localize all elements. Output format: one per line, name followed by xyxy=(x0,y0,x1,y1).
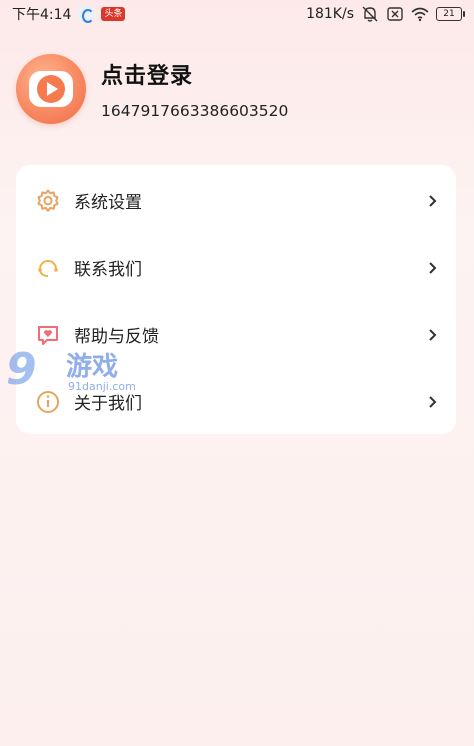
menu-item-label: 帮助与反馈 xyxy=(74,327,159,347)
news-notification-icon: 头条 xyxy=(101,7,126,21)
status-bar: 下午4:14 头条 181K/s 21 xyxy=(0,0,474,28)
profile-text: 点击登录 1647917663386603520 xyxy=(101,58,288,120)
battery-icon: 21 xyxy=(436,7,465,21)
chevron-right-icon xyxy=(426,194,440,208)
mute-bell-icon xyxy=(361,6,379,22)
tv-logo-icon xyxy=(29,71,73,107)
status-bar-left: 下午4:14 头条 xyxy=(12,4,126,24)
sim-off-icon xyxy=(386,6,404,22)
chevron-right-icon xyxy=(426,328,440,342)
gear-icon xyxy=(34,187,62,215)
status-time: 下午4:14 xyxy=(12,7,72,23)
wifi-icon xyxy=(411,6,429,22)
profile-header[interactable]: 点击登录 1647917663386603520 xyxy=(16,54,288,124)
network-speed: 181K/s xyxy=(306,6,354,22)
headset-icon xyxy=(34,254,62,282)
menu-item-feedback[interactable]: 帮助与反馈 xyxy=(16,301,456,368)
app-notification-icon xyxy=(78,6,95,23)
chevron-right-icon xyxy=(426,261,440,275)
feedback-heart-icon xyxy=(34,321,62,349)
chevron-right-icon xyxy=(426,395,440,409)
menu-item-label: 联系我们 xyxy=(74,260,142,280)
login-button[interactable]: 点击登录 xyxy=(101,58,288,90)
status-bar-right: 181K/s 21 xyxy=(306,6,465,22)
user-id: 1647917663386603520 xyxy=(101,102,289,120)
menu-item-about[interactable]: 关于我们 xyxy=(16,368,456,435)
menu-item-label: 关于我们 xyxy=(74,394,142,414)
menu-item-settings[interactable]: 系统设置 xyxy=(16,167,456,234)
info-icon xyxy=(34,388,62,416)
avatar[interactable] xyxy=(16,54,86,124)
menu-item-contact[interactable]: 联系我们 xyxy=(16,234,456,301)
menu-card: 系统设置 联系我们 帮助与反馈 关于我们 xyxy=(16,165,456,434)
menu-item-label: 系统设置 xyxy=(74,193,142,213)
play-icon xyxy=(37,75,65,103)
